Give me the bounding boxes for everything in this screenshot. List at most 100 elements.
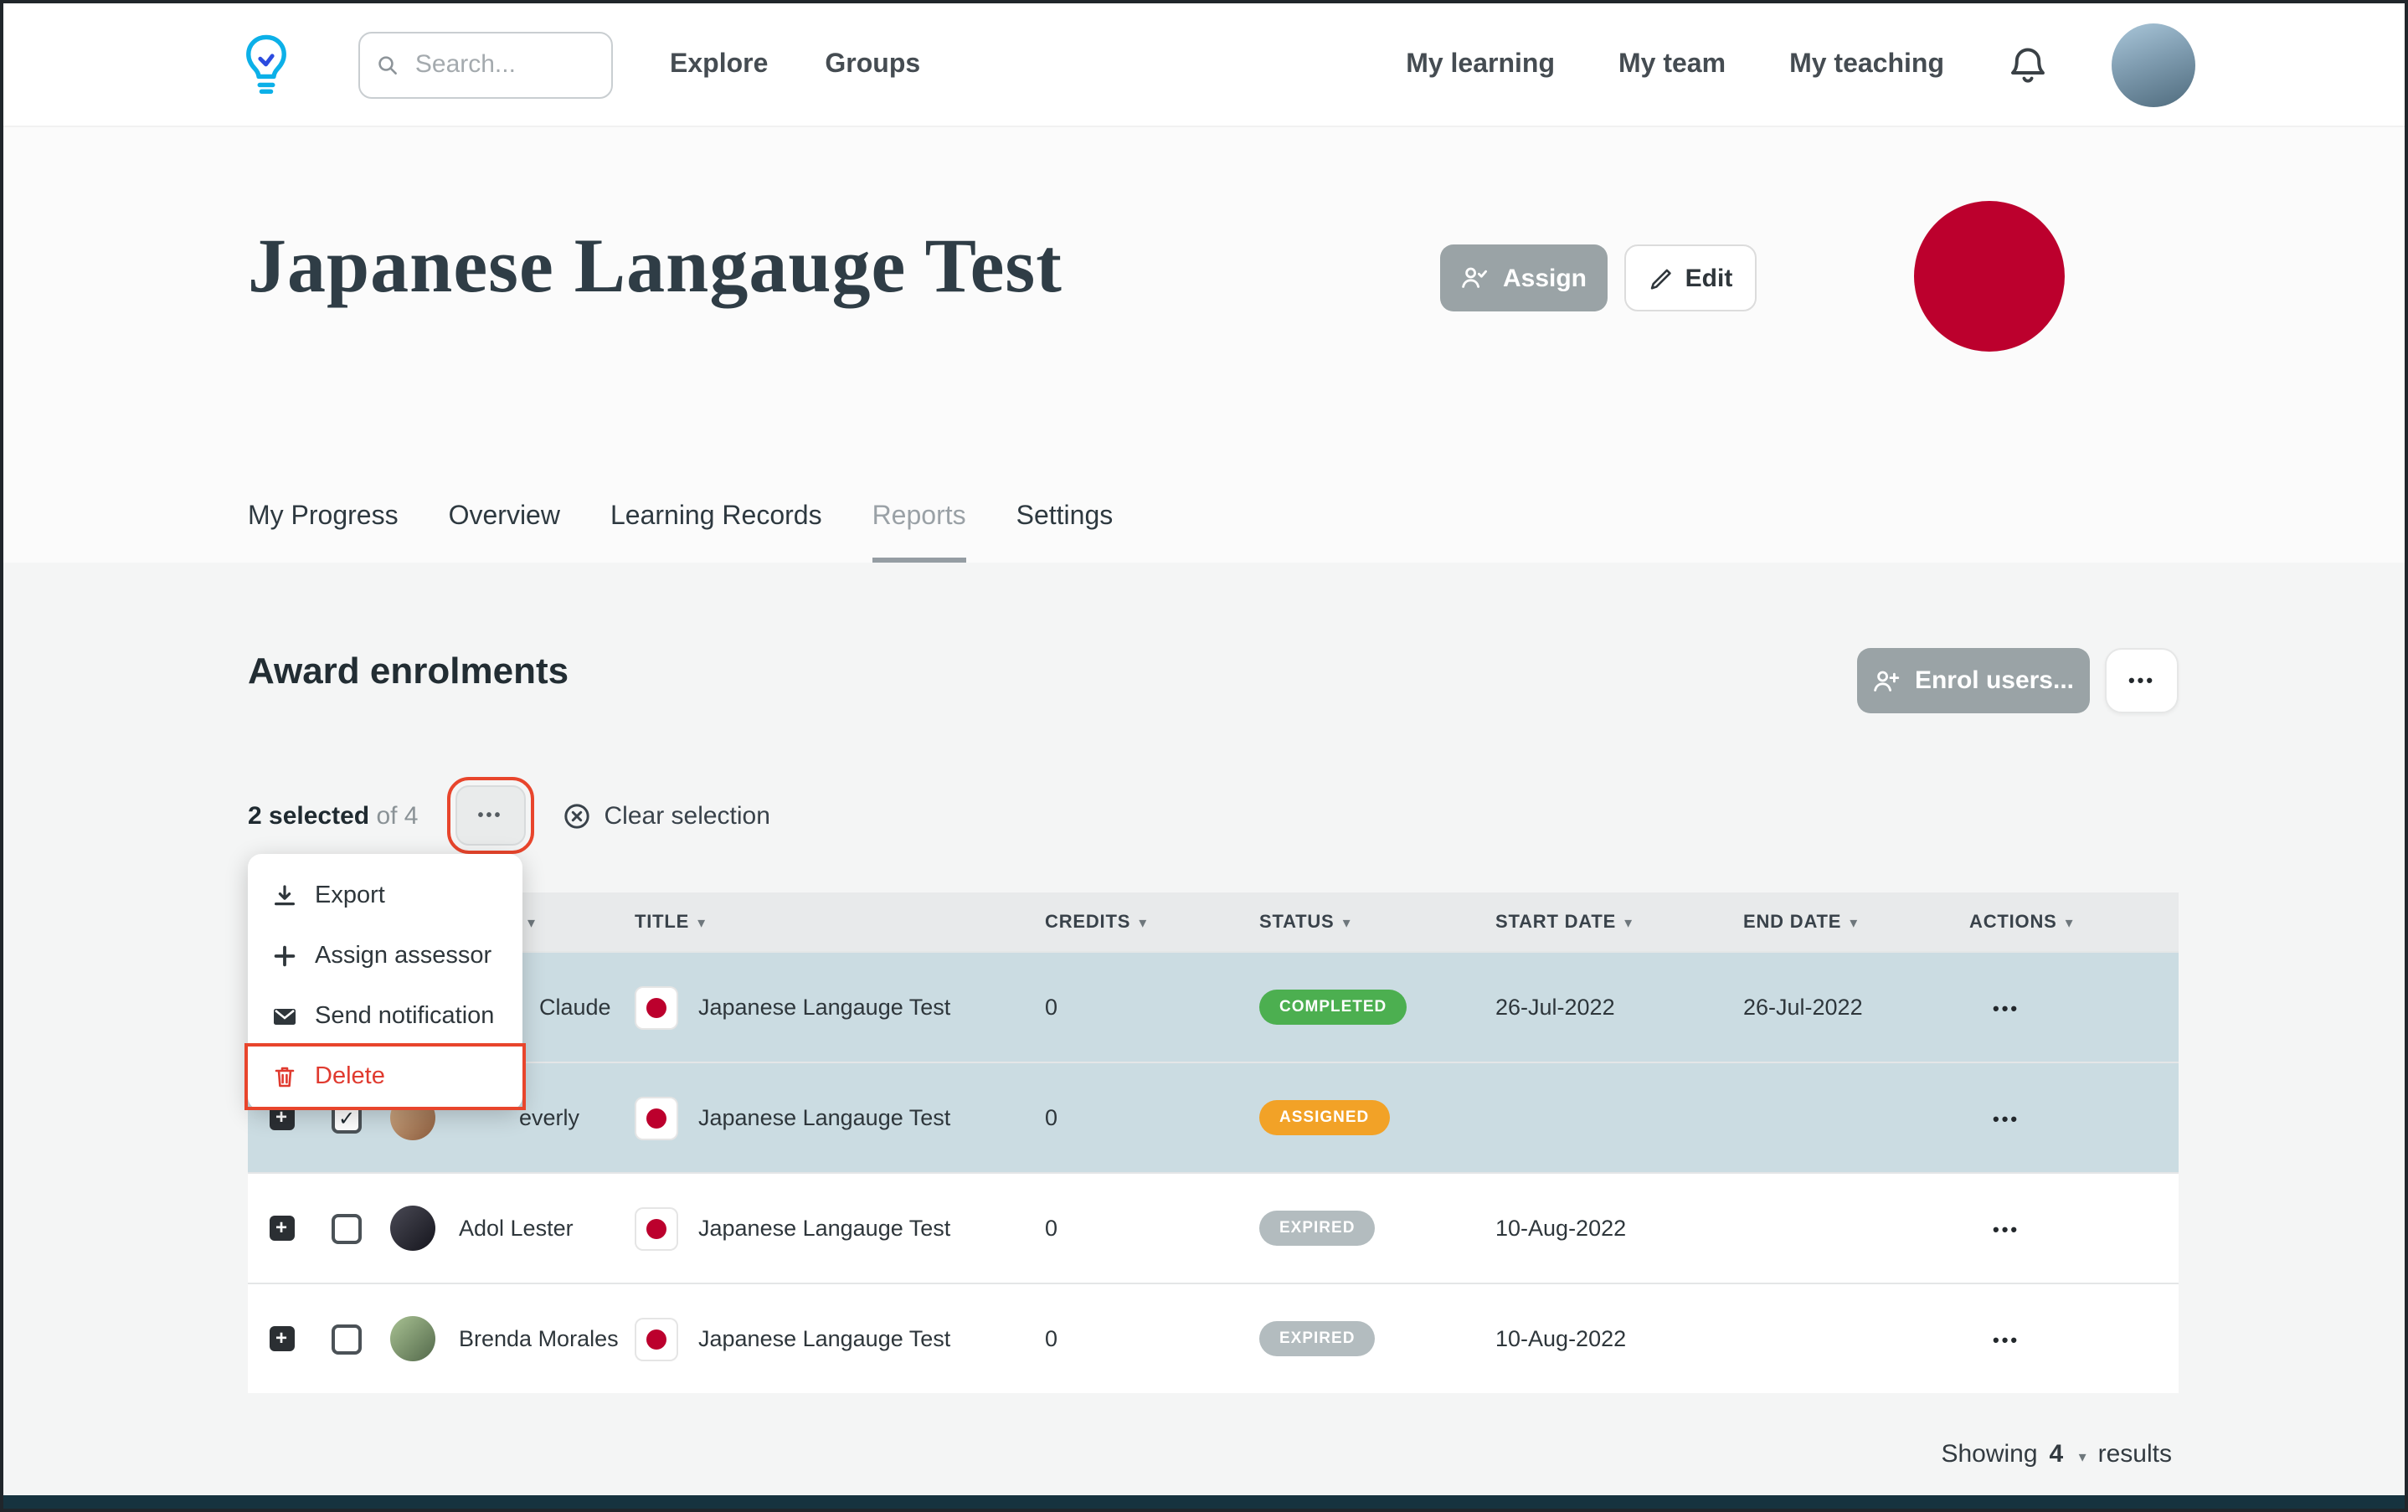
- edit-button-label: Edit: [1685, 264, 1733, 292]
- tab-overview[interactable]: Overview: [449, 502, 560, 563]
- tab-reports[interactable]: Reports: [872, 502, 966, 563]
- nav-my-teaching[interactable]: My teaching: [1789, 49, 1944, 80]
- japan-flag-image: [1914, 201, 2065, 352]
- menu-assign-assessor-label: Assign assessor: [315, 943, 492, 969]
- search-input[interactable]: [411, 49, 594, 80]
- award-title[interactable]: Japanese Langauge Test: [698, 995, 950, 1020]
- row-checkbox[interactable]: [332, 1213, 362, 1243]
- table-row: + Brenda Morales Japanese Langauge Test …: [248, 1283, 2179, 1393]
- enrolments-table: ▾ TITLE ▾ CREDITS ▾ STATUS ▾ START DATE ▾ EN…: [248, 892, 2179, 1393]
- award-title[interactable]: Japanese Langauge Test: [698, 1326, 950, 1351]
- sort-caret-icon: ▾: [1342, 913, 1351, 930]
- status-badge: EXPIRED: [1259, 1211, 1376, 1246]
- table-row: + ✓ everly Japanese Langauge Test 0 ASSI…: [248, 1062, 2179, 1172]
- notifications-bell-icon[interactable]: [2008, 44, 2048, 85]
- table-header-row: ▾ TITLE ▾ CREDITS ▾ STATUS ▾ START DATE ▾ EN…: [248, 892, 2179, 951]
- tab-learning-records[interactable]: Learning Records: [610, 502, 822, 563]
- search-box: [358, 31, 613, 98]
- learner-name[interactable]: Adol Lester: [445, 1216, 635, 1241]
- page-title: Japanese Langauge Test: [248, 223, 1063, 308]
- menu-send-notification-label: Send notification: [315, 1003, 495, 1030]
- japan-flag-icon: [635, 1206, 678, 1250]
- japan-flag-icon: [635, 985, 678, 1029]
- menu-item-send-notification[interactable]: Send notification: [248, 986, 522, 1047]
- row-actions-button[interactable]: •••: [1993, 1331, 2020, 1351]
- start-date: 10-Aug-2022: [1495, 1216, 1627, 1241]
- plus-icon: [274, 945, 296, 967]
- expand-row-icon[interactable]: +: [269, 1326, 294, 1351]
- selection-bar: 2 selected of 4 ••• Clear selection: [248, 777, 770, 854]
- menu-item-export[interactable]: Export: [248, 866, 522, 926]
- bulk-actions-menu: Export Assign assessor Send notification: [244, 854, 526, 1110]
- reports-content: Award enrolments Enrol users... ••• 2 se…: [3, 563, 2405, 1502]
- row-actions-button[interactable]: •••: [1993, 1110, 2020, 1130]
- assign-button[interactable]: Assign: [1440, 244, 1608, 311]
- nav-right-group: My learning My team My teaching: [1406, 23, 2195, 106]
- column-actions[interactable]: ACTIONS ▾: [1969, 912, 2179, 932]
- japan-flag-icon: [635, 1317, 678, 1360]
- end-date: 26-Jul-2022: [1743, 995, 1863, 1020]
- learner-avatar: [389, 1316, 435, 1361]
- tab-settings[interactable]: Settings: [1016, 502, 1114, 563]
- envelope-icon: [274, 1009, 296, 1025]
- status-badge: ASSIGNED: [1259, 1100, 1390, 1135]
- nav-groups[interactable]: Groups: [825, 49, 920, 80]
- nav-my-learning[interactable]: My learning: [1406, 49, 1555, 80]
- assign-button-label: Assign: [1502, 264, 1587, 292]
- sort-caret-icon: ▾: [1624, 913, 1633, 930]
- bulk-actions-button[interactable]: •••: [446, 777, 534, 854]
- page-header: Japanese Langauge Test Assign Edit My Pr…: [3, 127, 2405, 563]
- tab-bar: My Progress Overview Learning Records Re…: [248, 502, 1113, 563]
- column-credits[interactable]: CREDITS ▾: [1045, 912, 1259, 932]
- row-actions-button[interactable]: •••: [1993, 1000, 2020, 1020]
- page-more-actions-button[interactable]: •••: [2105, 648, 2179, 713]
- status-badge: COMPLETED: [1259, 990, 1407, 1025]
- user-avatar[interactable]: [2112, 23, 2195, 106]
- column-status[interactable]: STATUS ▾: [1259, 912, 1495, 932]
- pencil-icon: [1651, 268, 1672, 289]
- lightbulb-logo-icon[interactable]: [241, 33, 291, 96]
- tab-my-progress[interactable]: My Progress: [248, 502, 399, 563]
- menu-item-delete[interactable]: Delete: [244, 1043, 526, 1110]
- footer-strip: [3, 1495, 2405, 1509]
- results-per-page-dropdown[interactable]: 4 ▾: [2050, 1440, 2086, 1468]
- clear-selection-button[interactable]: Clear selection: [563, 801, 770, 830]
- award-title[interactable]: Japanese Langauge Test: [698, 1105, 950, 1130]
- section-heading: Award enrolments: [248, 650, 569, 692]
- nav-explore[interactable]: Explore: [670, 49, 768, 80]
- nav-my-team[interactable]: My team: [1618, 49, 1726, 80]
- menu-export-label: Export: [315, 882, 385, 909]
- credits-value: 0: [1045, 995, 1058, 1020]
- column-start-date[interactable]: START DATE ▾: [1495, 912, 1743, 932]
- japan-flag-icon: [635, 1096, 678, 1139]
- person-add-icon: [1875, 670, 1901, 691]
- selection-count-total: of 4: [376, 801, 419, 830]
- download-icon: [275, 885, 295, 906]
- chevron-down-icon: ▾: [2078, 1448, 2086, 1465]
- award-title[interactable]: Japanese Langauge Test: [698, 1216, 950, 1241]
- top-navigation: Explore Groups My learning My team My te…: [3, 3, 2405, 127]
- credits-value: 0: [1045, 1326, 1058, 1351]
- learner-name[interactable]: Brenda Morales: [445, 1326, 635, 1351]
- start-date: 10-Aug-2022: [1495, 1326, 1627, 1351]
- sort-caret-icon: ▾: [697, 913, 706, 930]
- showing-label: Showing: [1941, 1440, 2038, 1468]
- menu-delete-label: Delete: [315, 1063, 385, 1090]
- column-end-date[interactable]: END DATE ▾: [1743, 912, 1969, 932]
- menu-item-assign-assessor[interactable]: Assign assessor: [248, 926, 522, 986]
- credits-value: 0: [1045, 1216, 1058, 1241]
- row-checkbox[interactable]: [332, 1324, 362, 1354]
- expand-row-icon[interactable]: +: [269, 1216, 294, 1241]
- enrol-users-button[interactable]: Enrol users...: [1857, 648, 2090, 713]
- table-row: + Adol Lester Japanese Langauge Test 0 E…: [248, 1172, 2179, 1283]
- app-window: Explore Groups My learning My team My te…: [0, 0, 2408, 1512]
- selection-count: 2 selected of 4: [248, 801, 419, 830]
- row-actions-button[interactable]: •••: [1993, 1221, 2020, 1241]
- person-check-icon: [1463, 267, 1488, 288]
- sort-caret-icon: ▾: [1850, 913, 1859, 930]
- selection-count-bold: 2 selected: [248, 801, 370, 830]
- sort-caret-icon: ▾: [527, 913, 536, 930]
- column-title[interactable]: TITLE ▾: [635, 912, 1045, 932]
- credits-value: 0: [1045, 1105, 1058, 1130]
- edit-button[interactable]: Edit: [1624, 244, 1757, 311]
